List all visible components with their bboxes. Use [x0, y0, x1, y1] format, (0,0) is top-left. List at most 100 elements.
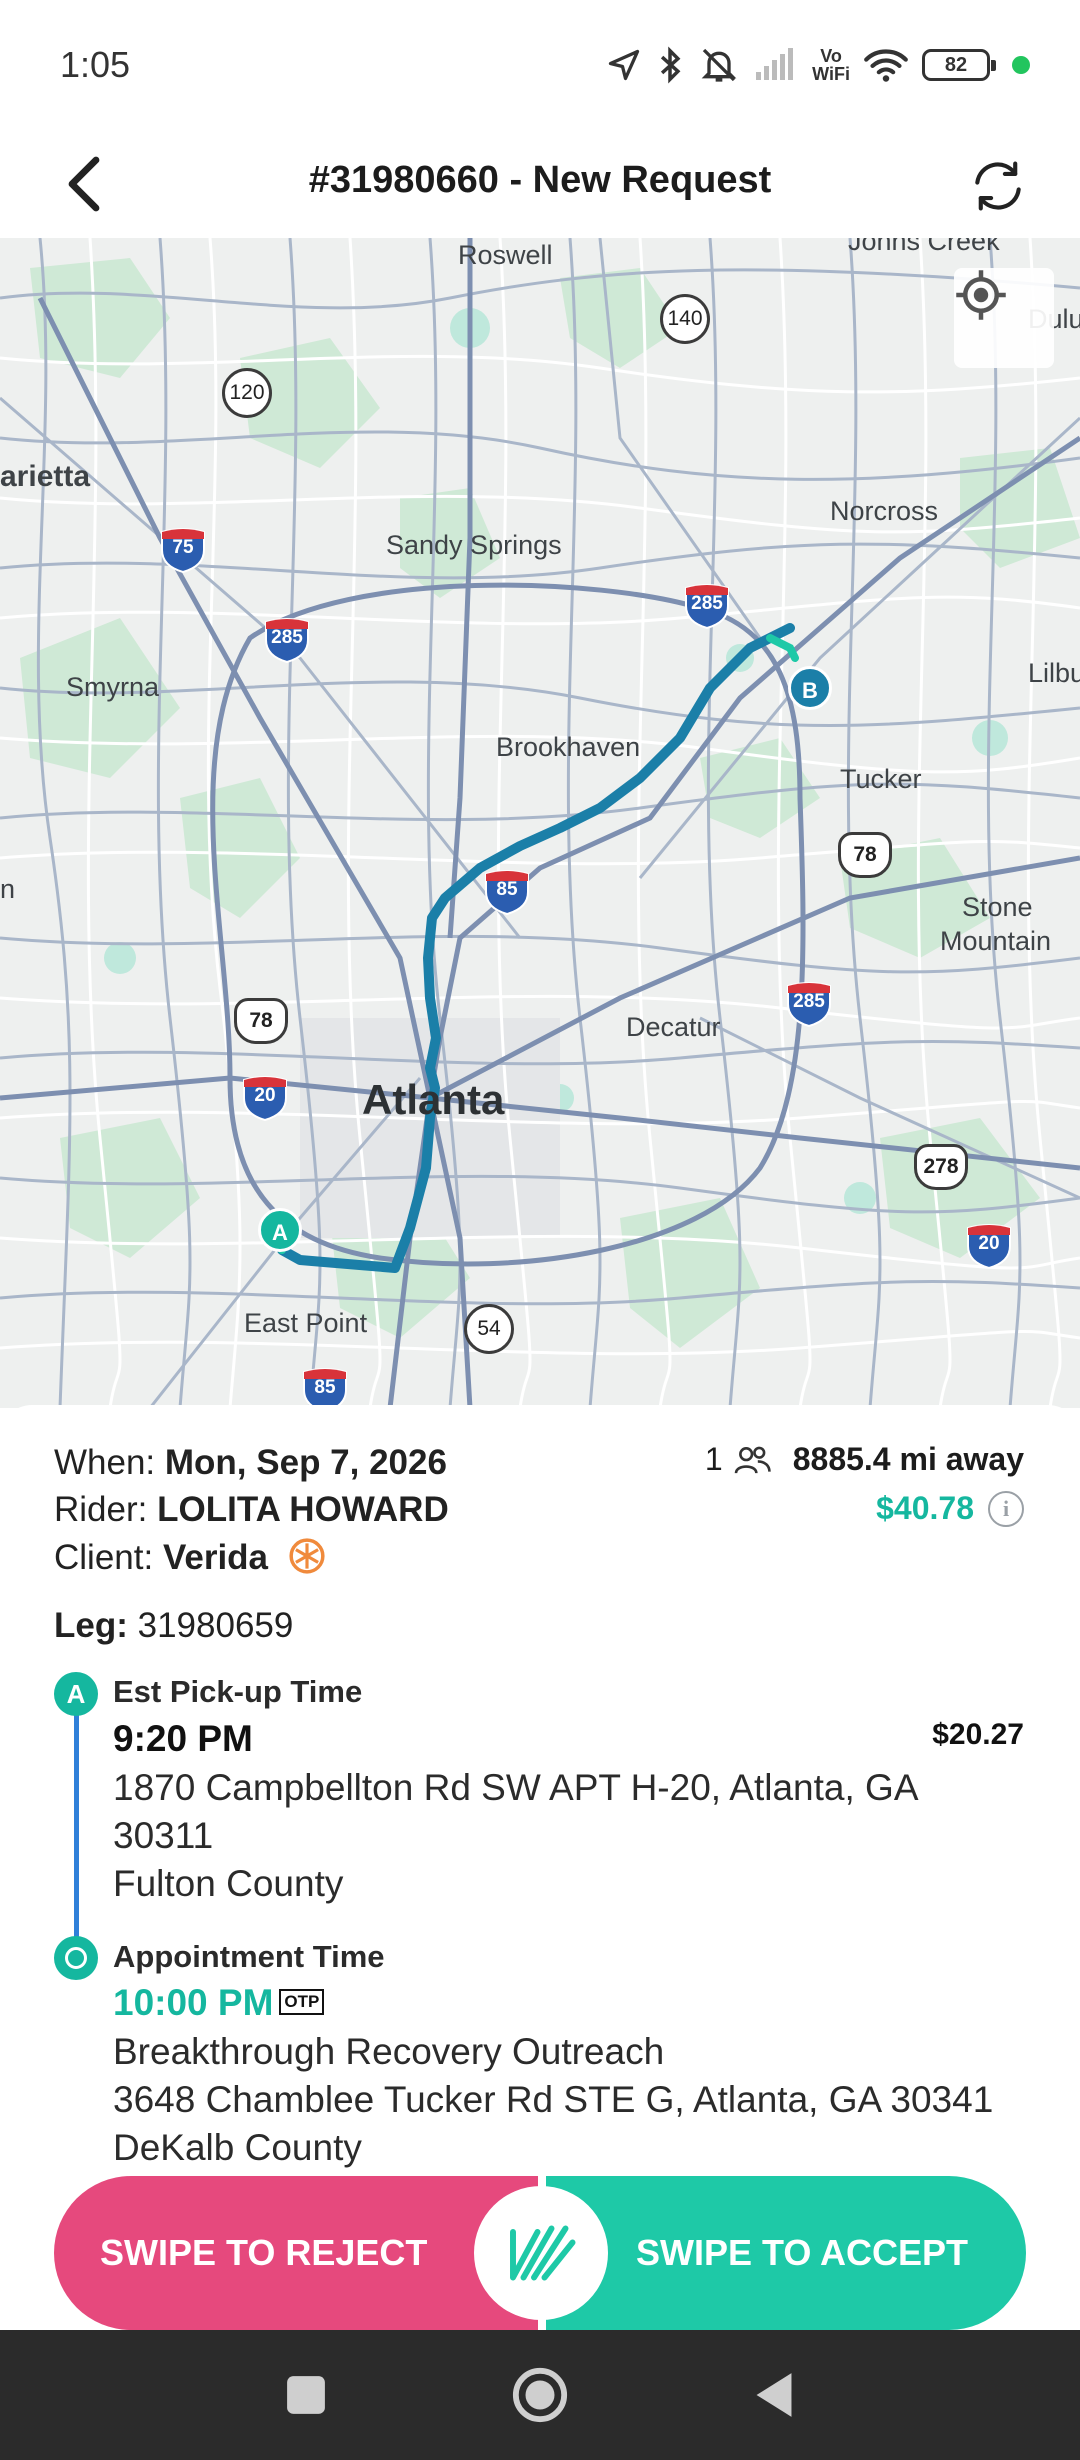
back-button[interactable] [44, 144, 124, 224]
us-route-278-shield: 278 [914, 1144, 968, 1190]
map-label-norcross: Norcross [830, 496, 939, 526]
interstate-285-shield-east: 285 [784, 982, 834, 1028]
when-row: When: Mon, Sep 7, 2026 [54, 1443, 447, 1483]
status-time: 1:05 [60, 44, 131, 85]
info-icon[interactable]: i [988, 1490, 1024, 1527]
signal-icon [756, 48, 794, 80]
passenger-count: 1 [704, 1441, 723, 1477]
dropoff-address: 3648 Chamblee Tucker Rd STE G, Atlanta, … [113, 2079, 994, 2120]
map-label-west-edge: n [0, 874, 16, 904]
rider-value: LOLITA HOWARD [157, 1490, 449, 1529]
interstate-20-number: 20 [254, 1085, 276, 1106]
swipe-control[interactable]: SWIPE TO REJECT SWIPE TO ACCEPT [54, 2176, 1026, 2330]
status-icons: Vo WiFi 82 [606, 40, 1030, 90]
interstate-285-shield-west: 285 [262, 618, 312, 664]
passenger-distance: 1 8885.4 mi away [705, 1441, 1024, 1478]
interstate-85-shield-sw: 85 [300, 1368, 350, 1408]
appointment-time-row: 10:00 PM OTP [113, 1982, 325, 2024]
recents-button[interactable] [276, 2365, 336, 2425]
chevron-left-icon [68, 156, 100, 212]
swipe-reject-zone[interactable]: SWIPE TO REJECT [54, 2176, 538, 2330]
vowifi-top: Vo [820, 46, 842, 66]
state-route-140-marker: 140 [660, 294, 710, 344]
map-label-johns-creek: Johns Creek [848, 238, 1000, 256]
privacy-dot [1012, 56, 1030, 74]
leg-label: Leg: [54, 1606, 128, 1645]
total-price-row: $40.78 i [876, 1490, 1024, 1527]
pickup-label: Est Pick-up Time [113, 1674, 363, 1709]
when-value: Mon, Sep 7, 2026 [164, 1443, 447, 1482]
dropoff-county: DeKalb County [113, 2127, 362, 2168]
mute-icon [701, 48, 737, 82]
location-arrow-icon [609, 49, 640, 81]
page-title: #31980660 - New Request [308, 159, 772, 201]
map-label-tucker: Tucker [840, 764, 922, 794]
appointment-time: 10:00 PM [113, 1982, 274, 2023]
map-label-east-point: East Point [244, 1308, 368, 1338]
state-route-120-marker: 120 [222, 368, 272, 418]
timeline-line [74, 1700, 79, 1938]
map-label-roswell: Roswell [458, 240, 553, 270]
pickup-marker-a[interactable]: A [258, 1208, 302, 1252]
when-label: When: [54, 1443, 156, 1482]
refresh-icon [975, 161, 1021, 211]
interstate-285-number: 285 [793, 991, 825, 1012]
interstate-85-number: 85 [314, 1377, 336, 1398]
swipe-accept-zone[interactable]: SWIPE TO ACCEPT [546, 2176, 1026, 2330]
map-label-mountain: Mountain [940, 926, 1052, 956]
leg-price: $20.27 [932, 1718, 1024, 1751]
square-icon [287, 2376, 325, 2414]
pickup-address-line1: 1870 Campbellton Rd SW APT H-20, Atlanta… [113, 1767, 919, 1808]
verida-logo-icon [289, 1538, 325, 1574]
us-route-78-shield-west: 78 [234, 998, 288, 1044]
pickup-time: 9:20 PM [113, 1718, 253, 1759]
map-label-brookhaven: Brookhaven [496, 732, 641, 762]
wifi-icon [864, 49, 908, 82]
map-label-sandy-springs: Sandy Springs [386, 530, 562, 560]
leg-row: Leg: 31980659 [54, 1606, 293, 1646]
client-row: Client: Verida [54, 1537, 326, 1578]
interstate-285-shield-north: 285 [682, 584, 732, 630]
triangle-back-icon [756, 2373, 792, 2417]
distance-away: 8885.4 mi away [792, 1441, 1024, 1477]
client-value: Verida [162, 1538, 269, 1577]
client-label: Client: [54, 1538, 154, 1577]
refresh-button[interactable] [956, 144, 1040, 228]
interstate-20-shield-east: 20 [964, 1224, 1014, 1270]
app-header: #31980660 - New Request [0, 130, 1080, 238]
interstate-75-shield: 75 [158, 528, 208, 574]
map-label-smyrna: Smyrna [66, 672, 160, 702]
bluetooth-icon [661, 46, 681, 84]
vowifi-bottom: WiFi [812, 64, 850, 84]
vowifi-indicator: Vo WiFi [812, 47, 850, 83]
interstate-85-shield-ne: 85 [482, 870, 532, 916]
map-label-marietta: arietta [0, 460, 91, 493]
dropoff-stop-icon [54, 1936, 98, 1980]
pickup-address-line2: 30311 [113, 1815, 214, 1856]
swipe-handle[interactable] [474, 2186, 608, 2320]
map-label-decatur: Decatur [626, 1012, 721, 1042]
dropoff-marker-b[interactable]: B [788, 666, 832, 710]
interstate-20-shield-west: 20 [240, 1076, 290, 1122]
us-route-78-shield-east: 78 [838, 832, 892, 878]
back-nav-button[interactable] [744, 2365, 804, 2425]
rider-row: Rider: LOLITA HOWARD [54, 1490, 449, 1530]
total-price: $40.78 [876, 1490, 974, 1526]
map-label-stone: Stone [962, 892, 1033, 922]
crosshair-icon [956, 270, 1006, 320]
map-label-lilburn: Lilbu [1028, 658, 1080, 688]
status-bar: 1:05 Vo WiFi 82 [0, 0, 1080, 130]
interstate-285-number: 285 [271, 627, 303, 648]
state-route-54-marker: 54 [464, 1304, 514, 1354]
battery-indicator: 82 [922, 49, 996, 81]
app-logo-icon [510, 2225, 576, 2281]
otp-badge: OTP [279, 1989, 325, 2015]
interstate-285-number: 285 [691, 593, 723, 614]
dropoff-name: Breakthrough Recovery Outreach [113, 2031, 665, 2072]
system-nav-bar [0, 2330, 1080, 2460]
my-location-button[interactable] [954, 268, 1054, 368]
home-button[interactable] [510, 2365, 570, 2425]
rider-label: Rider: [54, 1490, 148, 1529]
route-map[interactable]: Roswell Johns Creek Dulu arietta Sandy S… [0, 238, 1080, 1408]
pickup-stop-badge: A [54, 1672, 98, 1716]
